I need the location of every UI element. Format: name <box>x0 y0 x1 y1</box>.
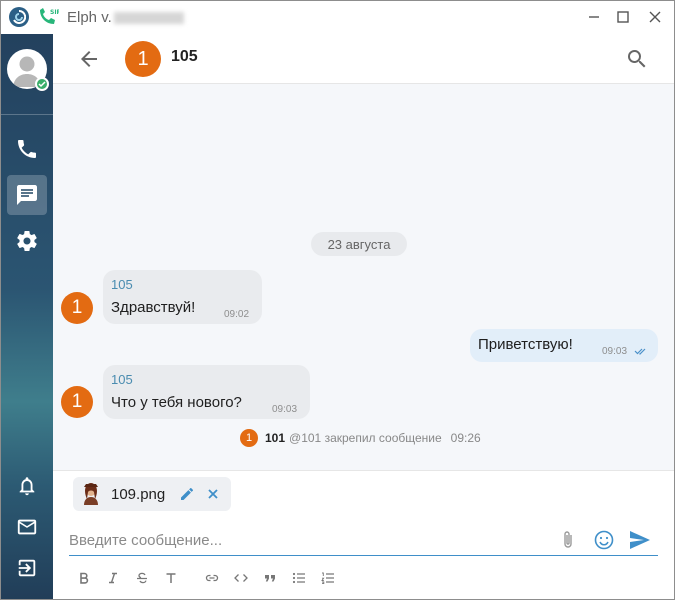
bold-button[interactable] <box>73 569 95 587</box>
system-text: @101 закрепил сообщение <box>289 431 442 445</box>
sidebar-item-notifications[interactable] <box>7 466 47 506</box>
message-time: 09:02 <box>224 309 250 320</box>
quote-button[interactable] <box>259 569 281 587</box>
paperclip-icon[interactable] <box>558 529 578 551</box>
sidebar-divider <box>1 114 53 115</box>
bullet-list-button[interactable] <box>288 569 310 587</box>
bullet-list-icon <box>292 572 305 584</box>
message-bubble-outgoing[interactable]: Приветствую! 09:03 <box>470 329 658 362</box>
message-sender: 105 <box>111 277 133 292</box>
image-thumbnail <box>84 483 98 505</box>
bold-icon <box>80 572 89 584</box>
message-avatar[interactable]: 1 <box>61 292 93 324</box>
minimize-icon <box>589 16 599 18</box>
sip-phone-icon: SIP <box>37 7 62 27</box>
send-icon[interactable] <box>628 529 652 551</box>
close-window-button[interactable] <box>643 5 667 29</box>
arrow-left-icon <box>81 51 97 67</box>
system-avatar: 1 <box>240 429 258 447</box>
maximize-icon <box>617 11 629 23</box>
sidebar-item-logout[interactable] <box>7 548 47 588</box>
numbered-list-button[interactable] <box>317 569 339 587</box>
mail-icon <box>17 519 37 535</box>
minimize-button[interactable] <box>582 5 606 29</box>
sidebar <box>1 34 53 599</box>
chat-icon <box>17 185 37 205</box>
sidebar-item-calls[interactable] <box>7 129 47 169</box>
gear-icon <box>17 231 37 252</box>
sidebar-item-chats[interactable] <box>7 175 47 215</box>
bell-icon <box>19 477 35 496</box>
pencil-icon[interactable] <box>179 486 195 502</box>
link-icon <box>205 574 219 582</box>
logout-icon <box>18 559 36 577</box>
system-user-name: 101 <box>265 431 286 445</box>
search-icon <box>628 50 646 68</box>
message-text: Что у тебя нового? <box>111 394 242 411</box>
message-time: 09:03 <box>602 346 628 357</box>
contact-avatar[interactable]: 1 <box>125 41 161 77</box>
phone-icon <box>18 140 36 158</box>
contact-name: 105 <box>171 48 198 65</box>
date-separator: 23 августа <box>311 232 407 256</box>
svg-text:SIP: SIP <box>50 9 59 16</box>
italic-icon <box>109 572 117 584</box>
sidebar-item-mail[interactable] <box>7 507 47 547</box>
message-sender: 105 <box>111 372 133 387</box>
text-heading-icon <box>166 573 176 583</box>
message-list[interactable]: 23 августа 1 105 Здравствуй! 09:02 Приве… <box>53 84 674 470</box>
version-redacted <box>113 12 184 25</box>
message-bubble-incoming[interactable]: 105 Что у тебя нового? 09:03 <box>103 365 310 419</box>
check-icon <box>38 81 46 88</box>
app-title: Elph v. <box>67 9 112 26</box>
double-check-icon <box>634 348 646 355</box>
strikethrough-icon <box>137 572 147 584</box>
quote-icon <box>265 575 275 582</box>
pinned-system-message: 1 101 @101 закрепил сообщение 09:26 <box>240 429 481 447</box>
link-button[interactable] <box>201 569 223 587</box>
search-button[interactable] <box>625 47 649 71</box>
message-bubble-incoming[interactable]: 105 Здравствуй! 09:02 <box>103 270 262 324</box>
strikethrough-button[interactable] <box>131 569 153 587</box>
emoji-icon[interactable] <box>593 529 615 551</box>
back-button[interactable] <box>77 47 101 71</box>
maximize-button[interactable] <box>611 5 635 29</box>
message-avatar[interactable]: 1 <box>61 386 93 418</box>
message-composer: 109.png <box>53 470 674 599</box>
sidebar-item-settings[interactable] <box>7 221 47 261</box>
attachment-chip[interactable]: 109.png <box>73 477 231 511</box>
title-bar: SIP Elph v. <box>1 1 674 34</box>
code-button[interactable] <box>230 569 252 587</box>
app-window: SIP Elph v. <box>0 0 675 600</box>
system-time: 09:26 <box>450 431 481 445</box>
message-text: Здравствуй! <box>111 299 196 316</box>
code-icon <box>234 574 248 582</box>
message-time: 09:03 <box>272 404 298 415</box>
window-title: Elph v. <box>67 9 184 26</box>
heading-button[interactable] <box>160 569 182 587</box>
close-icon <box>649 11 661 23</box>
message-text: Приветствую! <box>478 336 573 353</box>
numbered-list-icon <box>321 572 334 584</box>
attachment-filename: 109.png <box>111 486 166 503</box>
app-logo-icon <box>9 7 29 27</box>
online-status-badge <box>35 77 49 91</box>
formatting-toolbar <box>73 569 346 587</box>
close-icon[interactable] <box>205 486 221 502</box>
chat-header: 1 105 <box>53 34 674 84</box>
italic-button[interactable] <box>102 569 124 587</box>
